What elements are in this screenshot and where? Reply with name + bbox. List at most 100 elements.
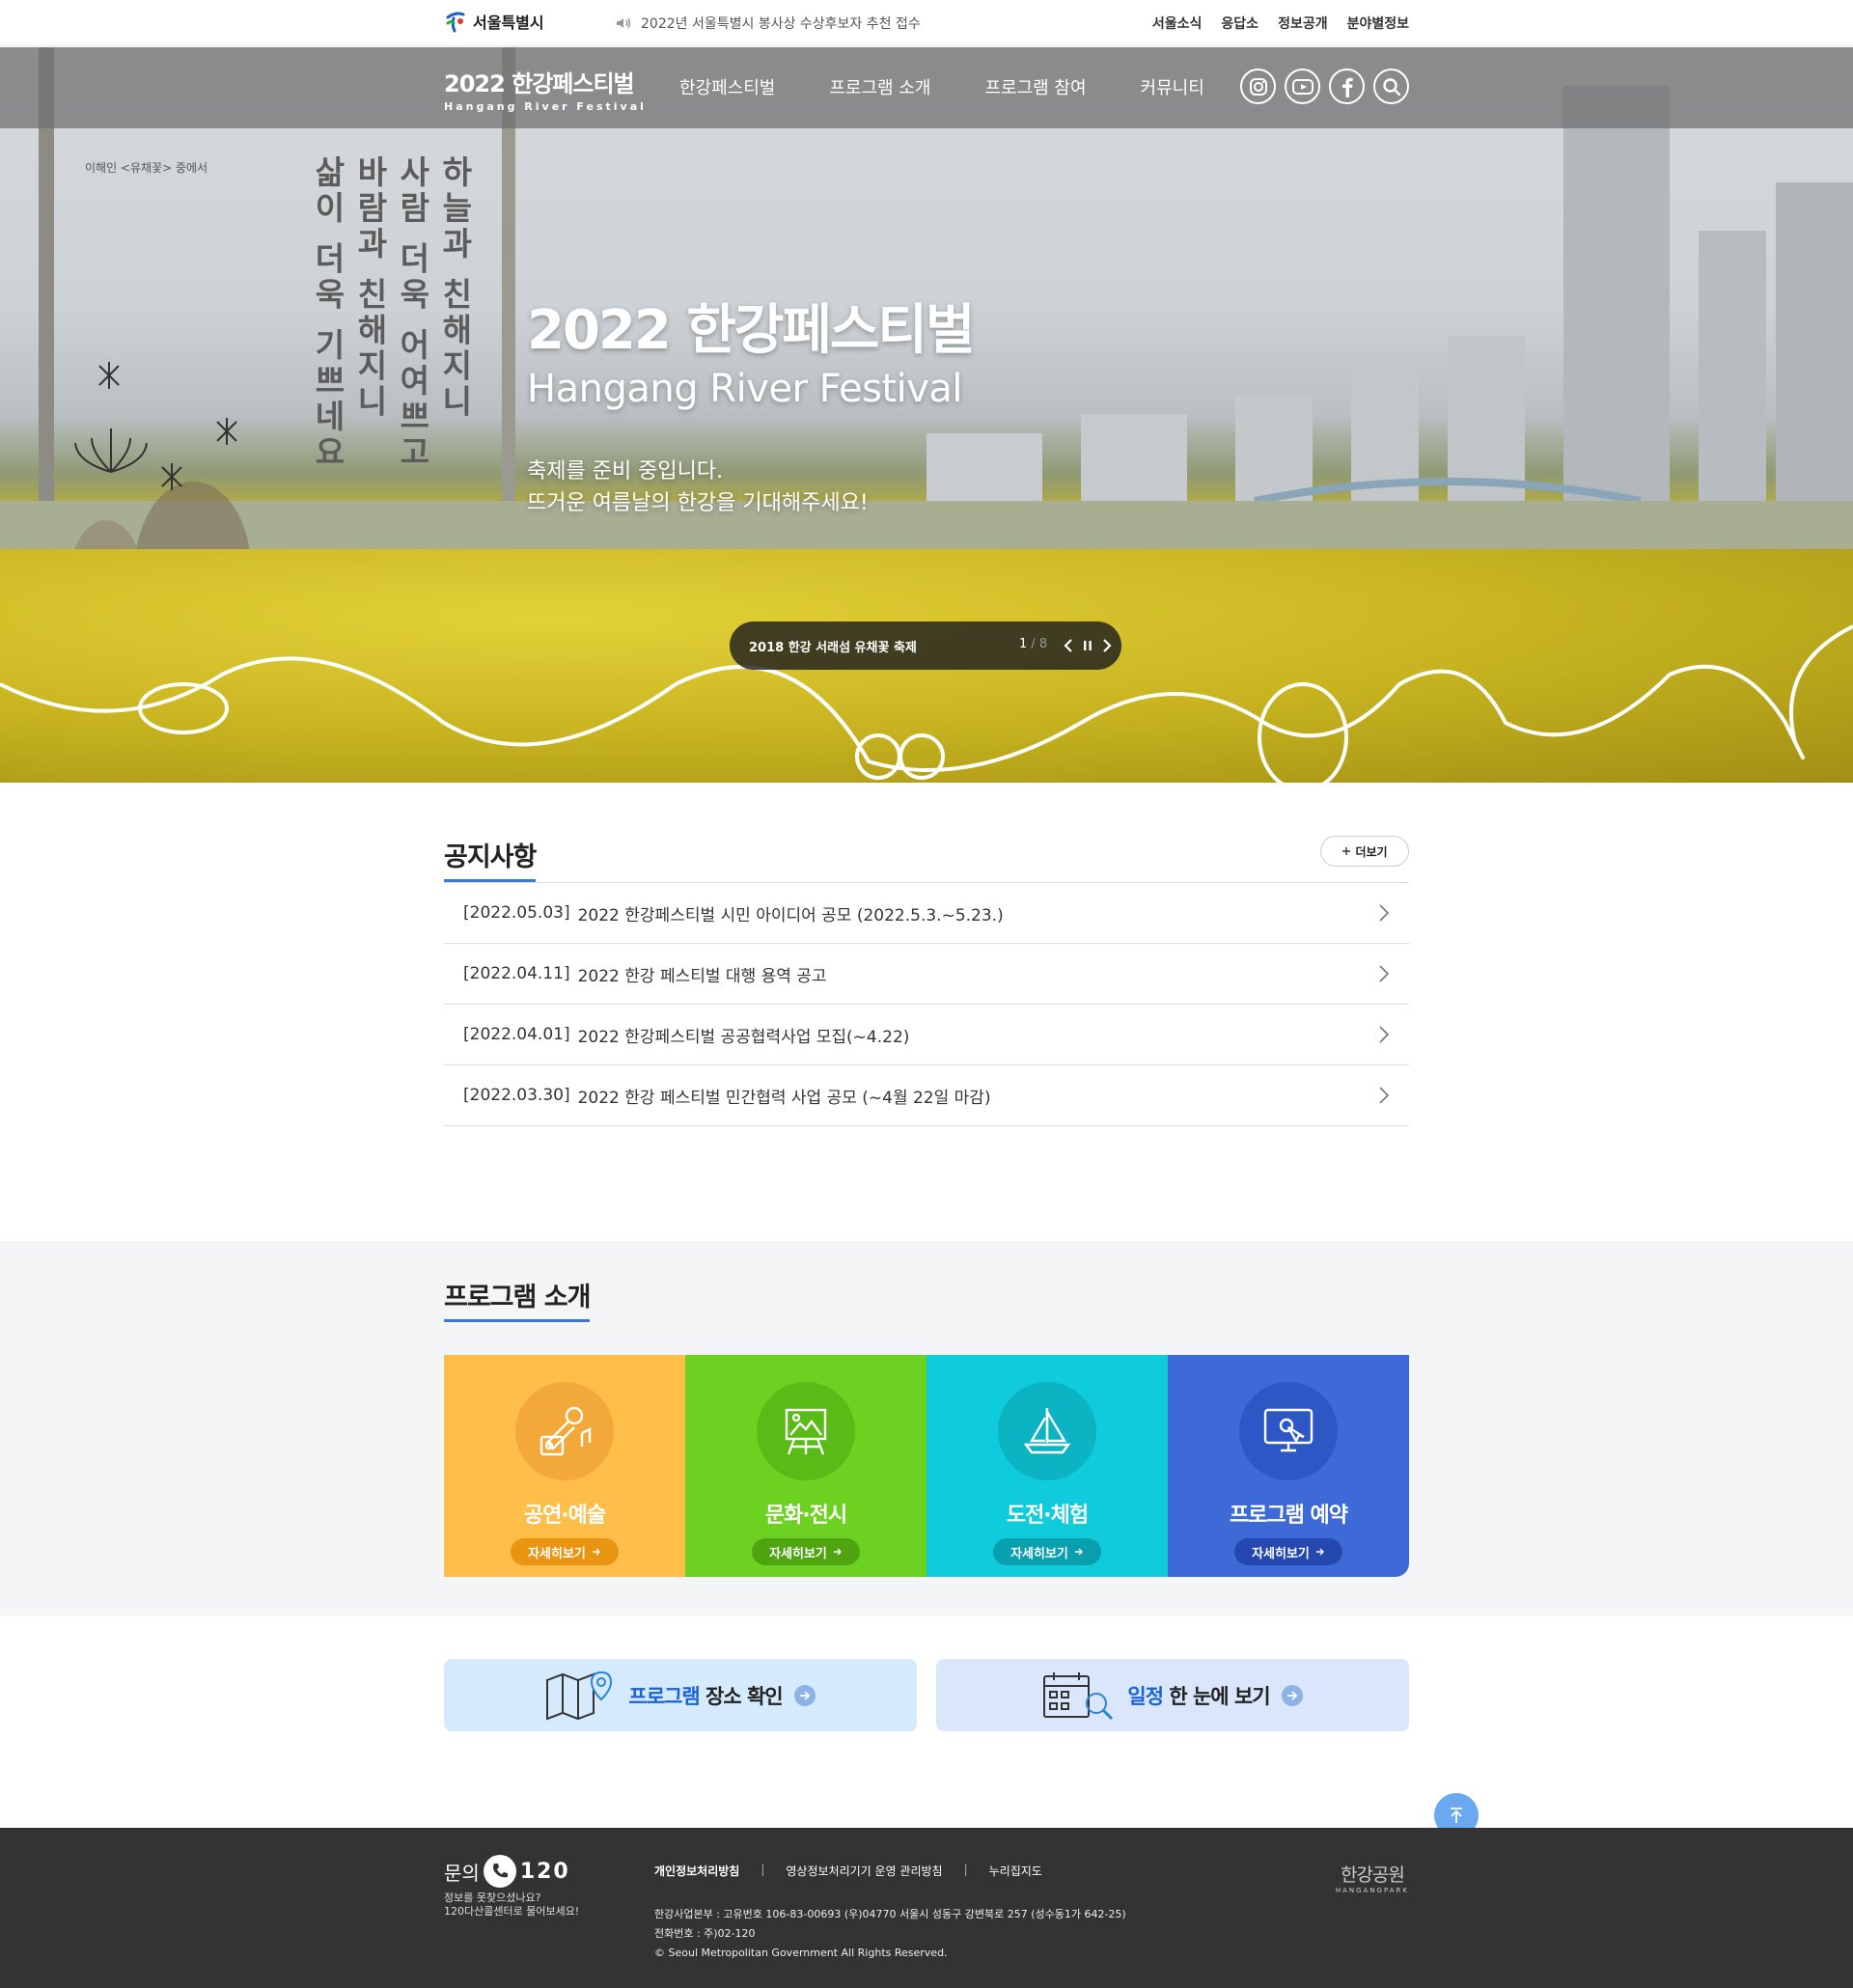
contact-label: 문의 — [444, 1861, 480, 1885]
program-icon-circle — [998, 1382, 1096, 1480]
util-link-eungdapso[interactable]: 응답소 — [1221, 14, 1258, 33]
nav-item-festival[interactable]: 한강페스티벌 — [679, 74, 775, 99]
footer-tel: 전화번호 : 주)02-120 — [654, 1927, 756, 1940]
youtube-icon — [1291, 78, 1314, 95]
monitor-touch-icon — [1263, 1408, 1314, 1452]
program-card-title: 프로그램 예약 — [1229, 1504, 1348, 1528]
park-logo-ko: 한강공원 — [1340, 1864, 1405, 1886]
notice-item[interactable]: [2022.05.03] 2022 한강페스티벌 시민 아이디어 공모 (202… — [444, 883, 1409, 944]
hero-title-block: 2022 한강페스티벌 Hangang River Festival 축제를 준… — [527, 287, 975, 519]
slide-caption: 2018 한강 서래섬 유채꽃 축제 — [749, 641, 917, 655]
slide-next-button[interactable] — [1096, 634, 1118, 657]
poem-line-3: 바람과 친해지니 — [350, 155, 389, 421]
quick-rest: 한 눈에 보기 — [1163, 1684, 1270, 1708]
quick-links: 프로그램 장소 확인 일정 한 눈에 보기 — [444, 1659, 1409, 1731]
util-link-info-disclosure[interactable]: 정보공개 — [1278, 14, 1328, 33]
arrow-right-icon — [799, 1690, 810, 1700]
notice-item[interactable]: [2022.03.30] 2022 한강 페스티벌 민간협력 사업 공모 (~4… — [444, 1065, 1409, 1126]
program-card-culture[interactable]: 문화·전시 자세히보기 — [685, 1355, 926, 1577]
search-button[interactable] — [1373, 69, 1409, 104]
util-link-field-info[interactable]: 분야별정보 — [1347, 14, 1409, 33]
youtube-button[interactable] — [1285, 69, 1320, 104]
hero-desc-line-2: 뜨거운 여름날의 한강을 기대해주세요! — [527, 491, 869, 515]
main-navigation: 2022 한강페스티벌 Hangang River Festival 한강페스티… — [0, 47, 1853, 128]
schedule-overview-label: 일정 한 눈에 보기 — [1127, 1681, 1270, 1710]
seoul-logo-icon — [446, 12, 465, 33]
arrow-right-icon — [1286, 1690, 1297, 1700]
phone-icon — [483, 1855, 516, 1888]
notice-more-button[interactable]: 더보기 — [1320, 836, 1409, 867]
footer-link-privacy[interactable]: 개인정보처리방침 — [654, 1863, 739, 1879]
footer-link-cctv-policy[interactable]: 영상정보처리기기 운영 관리방침 — [786, 1863, 942, 1879]
nav-item-community[interactable]: 커뮤니티 — [1141, 74, 1204, 99]
schedule-overview-button[interactable]: 일정 한 눈에 보기 — [936, 1659, 1409, 1731]
facebook-button[interactable] — [1329, 69, 1365, 104]
festival-brand-logo[interactable]: 2022 한강페스티벌 Hangang River Festival — [444, 65, 647, 113]
notice-text: 2022 한강 페스티벌 민간협력 사업 공모 (~4월 22일 마감) — [577, 1088, 991, 1108]
arrow-right-icon — [1074, 1548, 1083, 1556]
program-detail-button[interactable]: 자세히보기 — [511, 1538, 619, 1565]
program-card-title: 문화·전시 — [764, 1504, 847, 1528]
hero-description: 축제를 준비 중입니다. 뜨거운 여름날의 한강을 기대해주세요! — [527, 456, 973, 519]
speaker-icon — [617, 17, 631, 29]
notice-date: [2022.04.11] — [463, 964, 570, 983]
program-card-challenge[interactable]: 도전·체험 자세히보기 — [926, 1355, 1168, 1577]
detail-label: 자세히보기 — [769, 1546, 827, 1561]
notice-title: 공지사항 — [444, 836, 537, 882]
footer-contact: 문의 120 정보를 못찾으셨나요? 120다산콜센터로 물어보세요! — [444, 1855, 579, 1919]
program-card-reservation[interactable]: 프로그램 예약 자세히보기 — [1168, 1355, 1409, 1577]
hero-banner: 2022 한강페스티벌 Hangang River Festival 한강페스티… — [0, 47, 1853, 783]
program-section: 프로그램 소개 공연·예술 자세히보기 문화·전시 자세히보기 도전·체험 자세… — [444, 1276, 1409, 1577]
slide-counter: 1 / 8 — [1019, 637, 1047, 651]
park-logo-en: HANGANGPARK — [1335, 1887, 1409, 1894]
arrow-right-icon — [592, 1548, 600, 1556]
facebook-icon — [1341, 77, 1353, 97]
program-card-performance[interactable]: 공연·예술 자세히보기 — [444, 1355, 685, 1577]
instagram-button[interactable] — [1240, 69, 1276, 104]
notice-item[interactable]: [2022.04.11] 2022 한강 페스티벌 대행 용역 공고 — [444, 944, 1409, 1005]
brand-title-ko: 2022 한강페스티벌 — [444, 70, 635, 97]
footer-link-sitemap[interactable]: 누리집지도 — [989, 1863, 1042, 1879]
notice-text: 2022 한강 페스티벌 대행 용역 공고 — [577, 966, 827, 986]
notice-date: [2022.04.01] — [463, 1025, 570, 1044]
map-pin-icon — [546, 1670, 613, 1720]
notice-date: [2022.03.30] — [463, 1086, 570, 1105]
chevron-left-icon — [1064, 639, 1072, 652]
program-location-button[interactable]: 프로그램 장소 확인 — [444, 1659, 917, 1731]
program-location-label: 프로그램 장소 확인 — [628, 1681, 784, 1710]
notice-item[interactable]: [2022.04.01] 2022 한강페스티벌 공공협력사업 모집(~4.22… — [444, 1005, 1409, 1065]
ticker-text: 2022년 서울특별시 봉사상 수상후보자 추천 접수 — [641, 16, 921, 32]
arrow-up-icon — [1451, 1808, 1462, 1823]
slide-prev-button[interactable] — [1058, 634, 1079, 657]
arrow-right-icon — [1315, 1548, 1324, 1556]
program-card-title: 도전·체험 — [1006, 1504, 1089, 1528]
notice-ticker[interactable]: 2022년 서울특별시 봉사상 수상후보자 추천 접수 — [616, 14, 921, 33]
chevron-right-icon — [1379, 965, 1390, 982]
slide-controller: 2018 한강 서래섬 유채꽃 축제 1 / 8 — [730, 621, 1121, 670]
hangang-park-logo[interactable]: 한강공원 HANGANGPARK — [1336, 1861, 1409, 1894]
contact-number[interactable]: 120 — [520, 1860, 570, 1884]
hero-poem: 하늘과 친해지니 사람 더욱 어여쁘고 바람과 친해지니 삶이 더욱 기쁘네요 — [308, 155, 474, 471]
contact-sub-line-1: 정보를 못찾으셨나요? — [444, 1891, 541, 1904]
chevron-right-icon — [1379, 1026, 1390, 1043]
slide-total: / 8 — [1027, 637, 1048, 651]
program-detail-button[interactable]: 자세히보기 — [993, 1538, 1101, 1565]
seoul-logo-label: 서울특별시 — [473, 14, 544, 32]
more-label: 더보기 — [1355, 844, 1388, 859]
program-icon-circle — [1239, 1382, 1338, 1480]
nav-item-program-join[interactable]: 프로그램 참여 — [984, 74, 1086, 99]
search-icon — [1382, 77, 1400, 96]
program-detail-button[interactable]: 자세히보기 — [1234, 1538, 1342, 1565]
slide-pause-button[interactable] — [1077, 634, 1098, 657]
hero-title-en: Hangang River Festival — [527, 367, 963, 411]
util-link-seoul-news[interactable]: 서울소식 — [1152, 14, 1203, 33]
program-icon-circle — [515, 1382, 614, 1480]
sailboat-icon — [1023, 1407, 1071, 1454]
seoul-logo[interactable]: 서울특별시 — [444, 10, 544, 33]
nav-item-program-intro[interactable]: 프로그램 소개 — [829, 74, 930, 99]
quick-rest: 장소 확인 — [699, 1684, 784, 1708]
poem-line-4: 삶이 더욱 기쁘네요 — [308, 155, 346, 471]
chevron-right-icon — [1379, 1087, 1390, 1104]
quick-highlight: 일정 — [1127, 1684, 1164, 1708]
program-detail-button[interactable]: 자세히보기 — [752, 1538, 860, 1565]
